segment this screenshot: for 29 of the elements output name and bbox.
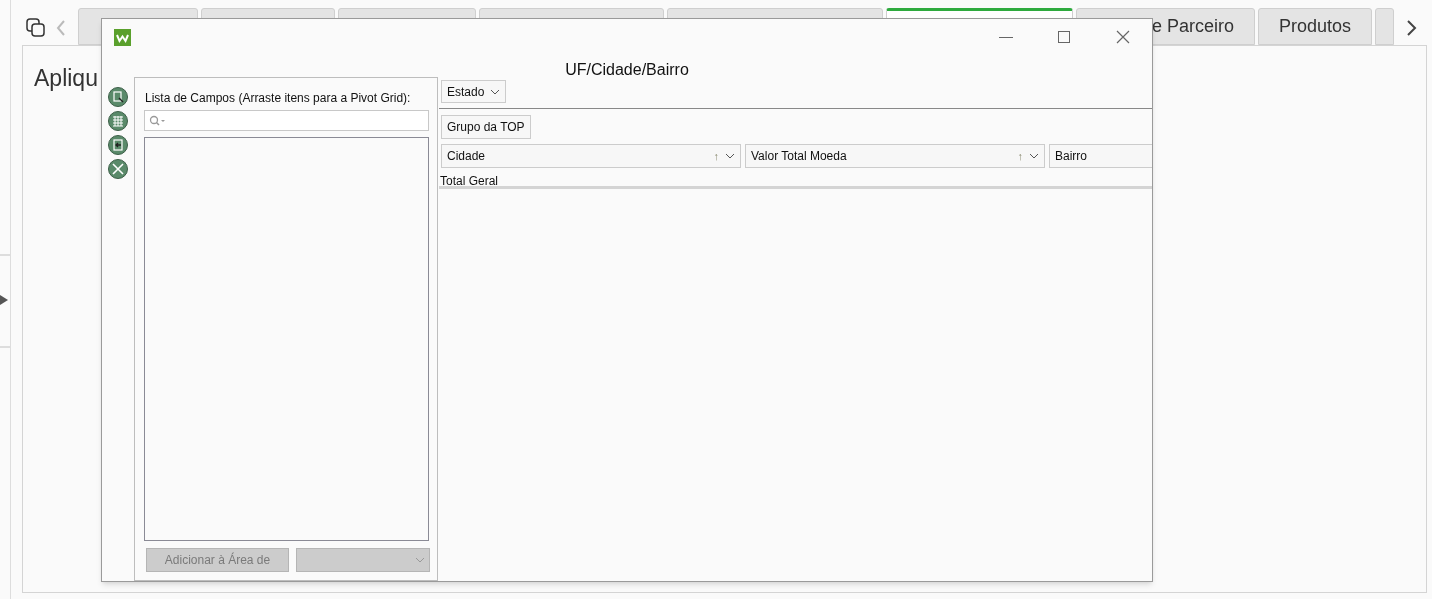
chevron-down-icon [725,153,735,159]
page-heading: Apliqu [34,64,98,93]
expand-arrow-icon[interactable] [0,295,8,305]
minimize-icon[interactable] [999,37,1013,39]
row-field-header[interactable]: Cidade ↑ [441,144,741,168]
filter-field-button[interactable]: Estado [441,80,507,103]
search-icon [149,114,165,127]
copy-icon[interactable] [26,18,46,38]
import-icon[interactable] [108,135,128,155]
row-field-header[interactable]: Bairro [1049,144,1152,168]
tab[interactable]: Produtos [1258,8,1372,45]
chevron-right-icon[interactable] [1406,19,1418,37]
field-list-label: Lista de Campos (Arraste itens para a Pivot Grid): [145,90,411,107]
row-field-header[interactable]: Valor Total Moeda ↑ [745,144,1045,168]
chevron-down-icon [415,557,425,563]
field-list-box[interactable] [144,137,429,541]
maximize-icon[interactable] [1058,31,1070,43]
sort-arrow: ↑ [713,148,719,164]
search-field[interactable] [144,110,429,131]
dialog-title: UF/Cidade/Bairro [564,60,690,80]
close-icon[interactable] [1116,30,1130,44]
chevron-down-icon [1029,153,1039,159]
app-logo-icon [114,29,131,46]
column-field-button[interactable]: Grupo da TOP [441,115,531,139]
export-icon[interactable] [108,87,128,107]
grand-total-label: Total Geral [440,173,499,190]
sort-arrow: ↑ [1017,148,1023,164]
chevron-down-icon [490,88,501,95]
grid-icon[interactable] [108,111,128,131]
